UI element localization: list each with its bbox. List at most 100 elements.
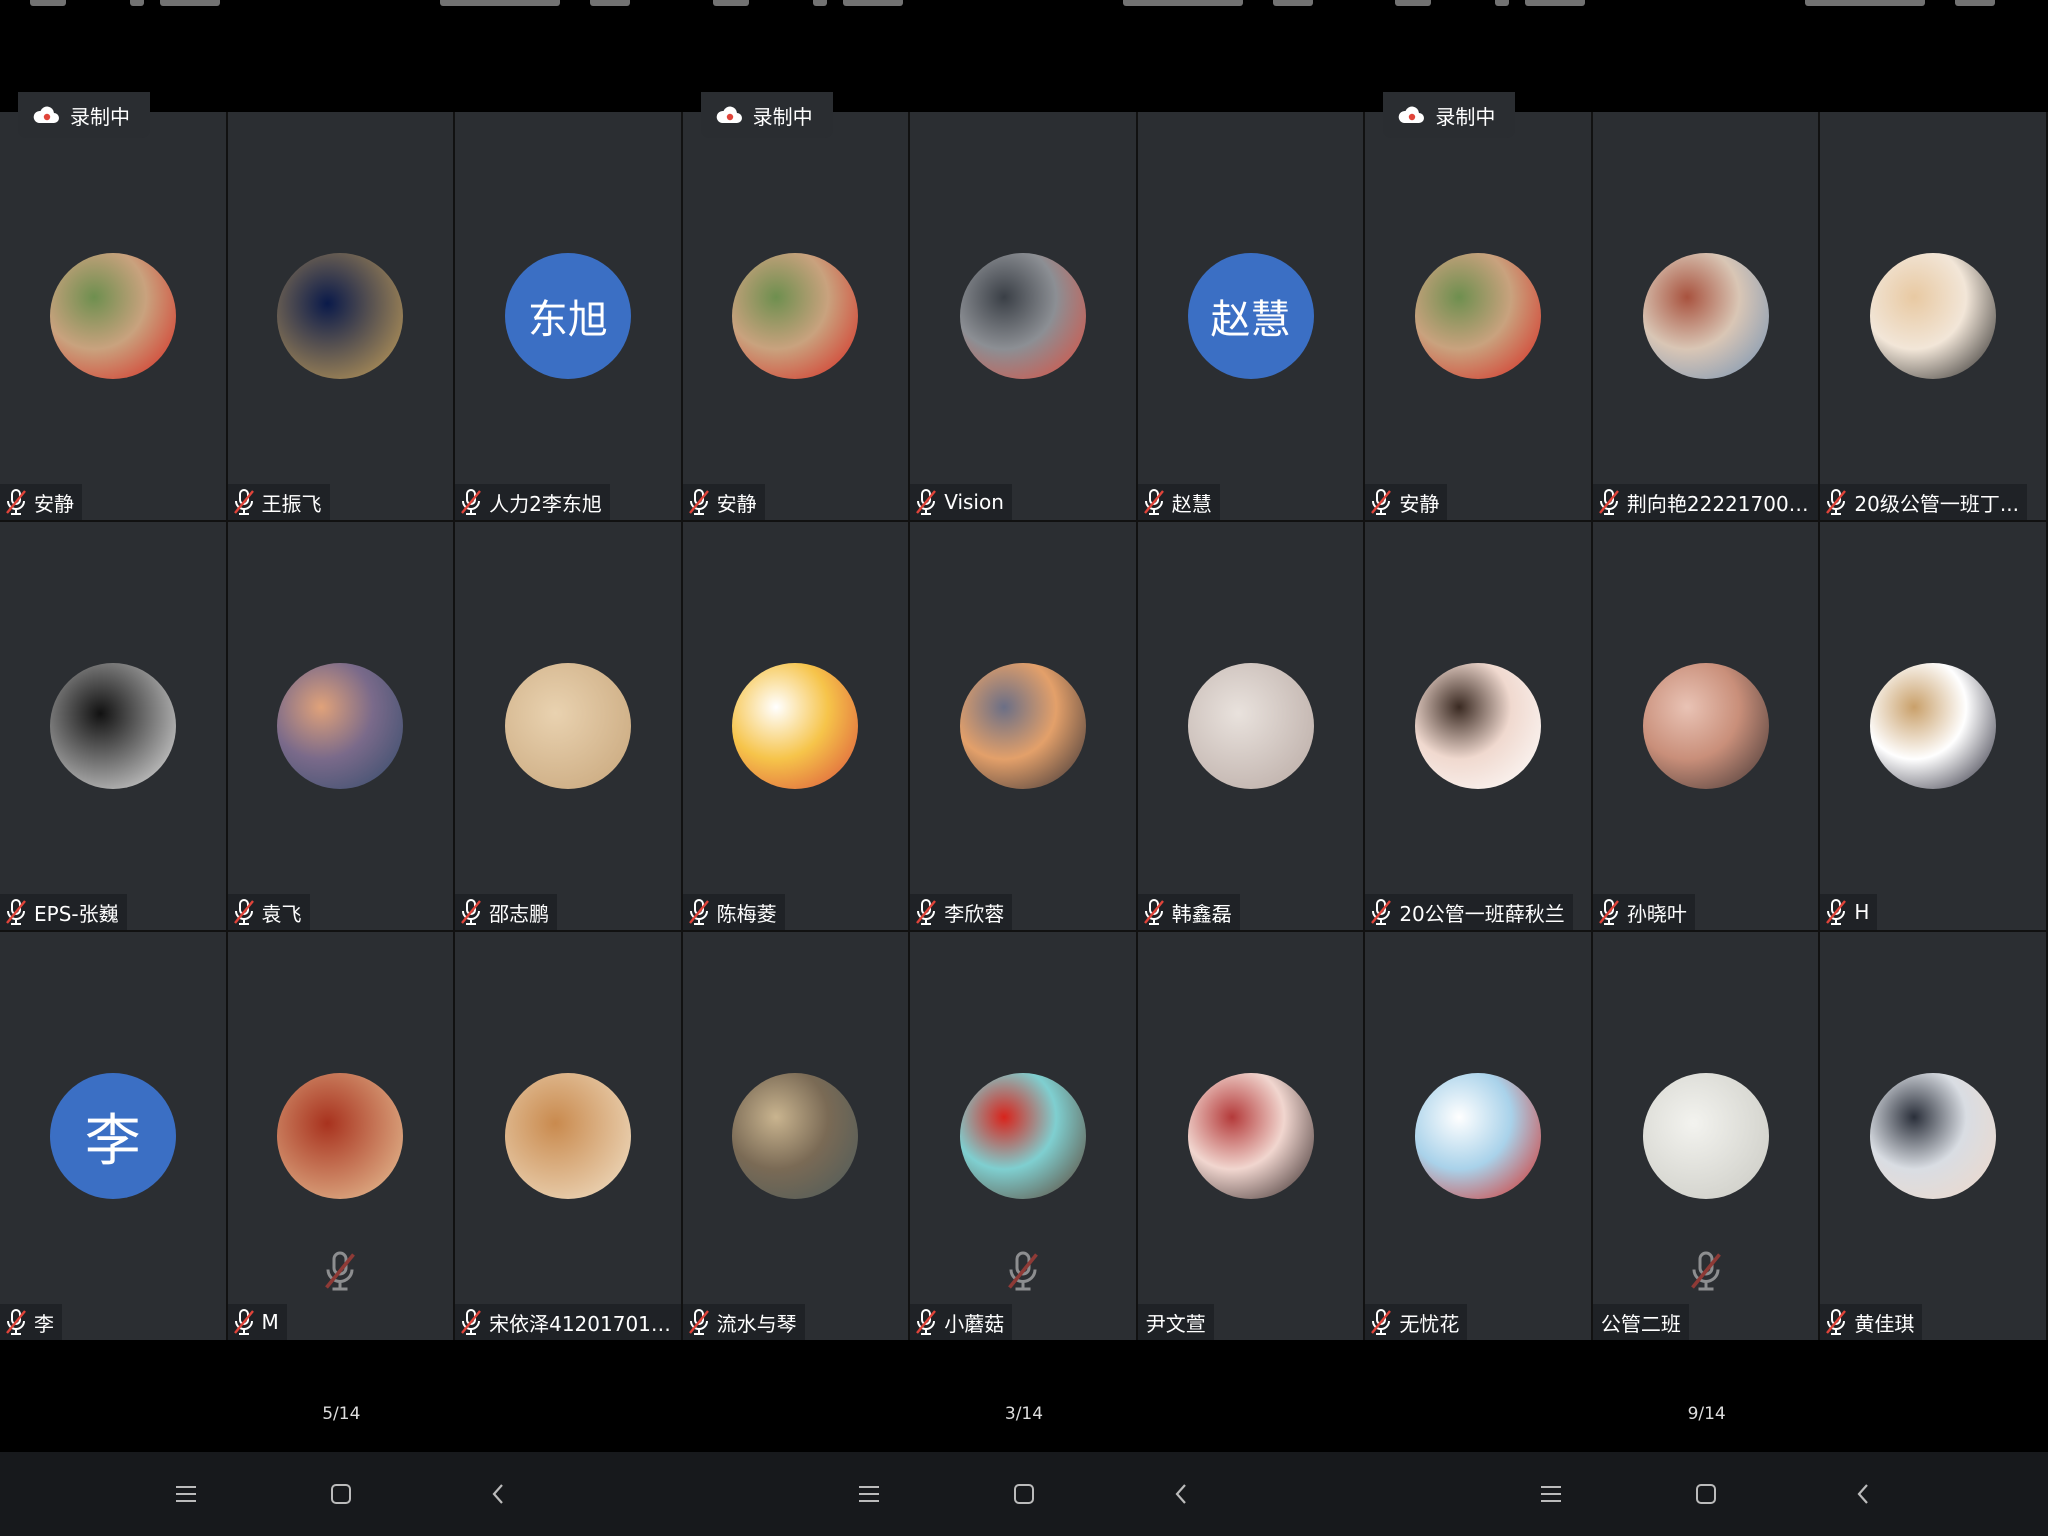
participant-name-tag: 赵慧: [1137, 484, 1220, 520]
avatar: [1642, 663, 1769, 789]
mic-muted-icon: [1597, 488, 1621, 516]
page-indicator: 9/14: [1687, 1404, 1726, 1424]
participant-tile[interactable]: H: [1820, 522, 2046, 930]
participant-tile[interactable]: EPS-张巍: [0, 522, 226, 930]
avatar: [1642, 1073, 1769, 1199]
participant-tile[interactable]: 李李: [0, 932, 226, 1340]
mic-muted-icon: [1369, 898, 1393, 926]
participant-tile[interactable]: 孙晓叶: [1592, 522, 1819, 930]
participant-name: 20级公管一班丁...: [1854, 491, 2019, 516]
participant-tile[interactable]: 安静: [682, 112, 909, 520]
participant-name: 尹文萱: [1145, 1311, 1206, 1336]
mic-muted-icon: [1824, 1308, 1848, 1336]
participant-grid: 安静 Vision 赵慧 赵慧 陈梅菱 李欣蓉 韩鑫磊 流水与琴 小蘑菇 尹文萱: [682, 112, 1366, 1340]
participant-tile[interactable]: 东旭人力2李东旭: [455, 112, 681, 520]
participant-tile[interactable]: 赵慧 赵慧: [1137, 112, 1364, 520]
avatar: [504, 663, 631, 789]
mic-muted-icon: [4, 898, 28, 926]
back-icon[interactable]: [1161, 1476, 1201, 1512]
participant-tile[interactable]: 王振飞: [227, 112, 454, 520]
menu-icon[interactable]: [1531, 1476, 1571, 1512]
cloud-record-icon: [32, 105, 60, 125]
participant-name-tag: 安静: [0, 484, 82, 520]
participant-name: 安静: [34, 491, 74, 516]
participant-name-tag: 小蘑菇: [910, 1304, 1013, 1340]
back-icon[interactable]: [1843, 1476, 1883, 1512]
mic-muted-icon: [1142, 898, 1166, 926]
mic-muted-icon: [459, 488, 483, 516]
mic-muted-icon: [1824, 898, 1848, 926]
mic-muted-icon: [232, 488, 256, 516]
avatar-initials: 赵慧: [1210, 297, 1291, 343]
avatar: [732, 1073, 859, 1199]
participant-name: 公管二班: [1600, 1311, 1681, 1336]
participant-name-tag: 人力2李东旭: [455, 484, 610, 520]
participant-name-tag: 流水与琴: [682, 1304, 805, 1340]
status-bar: [683, 0, 1366, 14]
participant-tile[interactable]: 尹文萱: [1137, 932, 1364, 1340]
avatar-initials: 东旭: [527, 297, 608, 343]
mic-muted-icon: [459, 1308, 483, 1336]
avatar: [49, 253, 176, 379]
participant-tile[interactable]: 无忧花: [1365, 932, 1591, 1340]
participant-tile[interactable]: 邵志鹏: [455, 522, 681, 930]
participant-tile[interactable]: 安静: [0, 112, 226, 520]
home-icon[interactable]: [1004, 1476, 1044, 1512]
home-icon[interactable]: [1686, 1476, 1726, 1512]
participant-tile[interactable]: 李欣蓉: [910, 522, 1136, 930]
android-nav-bar: [682, 1452, 1366, 1536]
avatar: [1415, 253, 1542, 379]
participant-name-tag: 安静: [682, 484, 765, 520]
mic-muted-icon: [322, 1248, 358, 1294]
participant-name: 李: [34, 1311, 54, 1336]
text-avatar: 东旭: [504, 253, 631, 379]
participant-name: 流水与琴: [716, 1311, 797, 1336]
participant-tile[interactable]: 公管二班: [1592, 932, 1819, 1340]
participant-tile[interactable]: 流水与琴: [682, 932, 909, 1340]
participant-name: 荆向艳2222170038: [1626, 491, 1811, 516]
recording-badge[interactable]: 录制中: [1383, 92, 1516, 138]
mic-muted-icon: [4, 488, 28, 516]
participant-tile[interactable]: 安静: [1365, 112, 1591, 520]
home-icon[interactable]: [321, 1476, 361, 1512]
participant-name: 宋依泽4120170177: [489, 1311, 673, 1336]
back-icon[interactable]: [478, 1476, 518, 1512]
page-indicator: 3/14: [1004, 1404, 1044, 1424]
participant-tile[interactable]: 韩鑫磊: [1137, 522, 1364, 930]
participant-tile[interactable]: 黄佳琪: [1820, 932, 2046, 1340]
menu-icon[interactable]: [849, 1476, 889, 1512]
participant-tile[interactable]: 陈梅菱: [682, 522, 909, 930]
participant-tile[interactable]: 宋依泽4120170177: [455, 932, 681, 1340]
mic-muted-icon: [1688, 1248, 1724, 1294]
avatar: [959, 663, 1086, 789]
recording-badge[interactable]: 录制中: [18, 92, 150, 138]
avatar: [1642, 253, 1769, 379]
recording-badge[interactable]: 录制中: [700, 92, 833, 138]
participant-tile[interactable]: 荆向艳2222170038: [1592, 112, 1819, 520]
participant-name: 小蘑菇: [944, 1311, 1005, 1336]
mic-muted-icon: [1369, 1308, 1393, 1336]
mic-muted-icon: [1824, 488, 1848, 516]
participant-tile[interactable]: 袁飞: [227, 522, 454, 930]
avatar: [277, 253, 404, 379]
participant-tile[interactable]: 20级公管一班丁...: [1820, 112, 2046, 520]
avatar: [732, 253, 859, 379]
participant-name-tag: EPS-张巍: [0, 894, 127, 930]
mic-muted-icon: [1005, 1248, 1041, 1294]
participant-tile[interactable]: 20公管一班薛秋兰: [1365, 522, 1591, 930]
avatar: [1415, 1073, 1542, 1199]
avatar: [959, 1073, 1086, 1199]
mic-muted-icon: [914, 898, 938, 926]
recording-label: 录制中: [70, 104, 130, 129]
menu-icon[interactable]: [166, 1476, 206, 1512]
participant-tile[interactable]: Vision: [910, 112, 1136, 520]
participant-tile[interactable]: M: [227, 932, 454, 1340]
participant-name: 无忧花: [1399, 1311, 1460, 1336]
participant-name: M: [261, 1310, 279, 1334]
mic-muted-icon: [914, 488, 938, 516]
participant-name: 人力2李东旭: [489, 491, 602, 516]
participant-name: 韩鑫磊: [1171, 901, 1232, 926]
participant-name-tag: 邵志鹏: [455, 894, 558, 930]
participant-tile[interactable]: 小蘑菇: [910, 932, 1136, 1340]
participant-name: 王振飞: [261, 491, 322, 516]
